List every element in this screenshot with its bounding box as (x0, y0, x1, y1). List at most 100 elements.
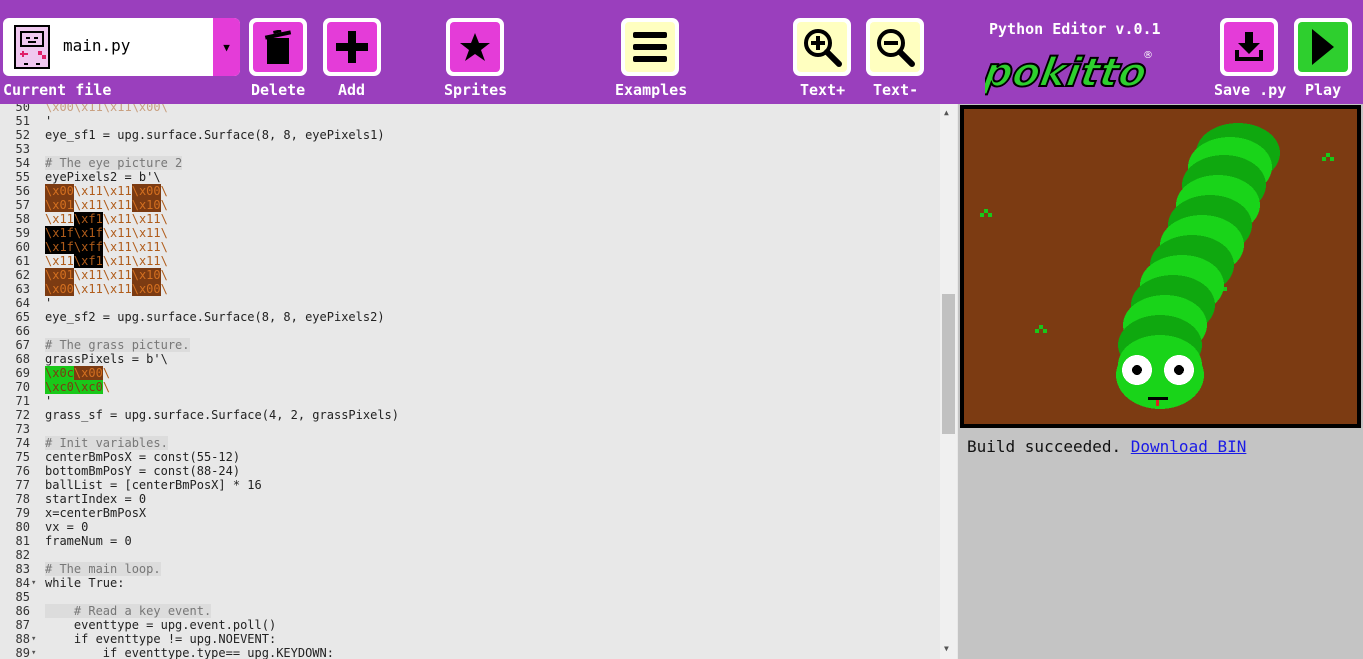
code-line: 59 \x1f\x1f\x11\x11\ (0, 226, 940, 240)
line-number: 53 (15, 142, 30, 156)
zoom-in-icon (804, 29, 842, 67)
code-text: eye_sf2 = upg.surface.Surface(8, 8, eyeP… (45, 310, 385, 324)
code-line: 66 (0, 324, 940, 338)
code-line: 85 (0, 590, 940, 604)
pokitto-logo: pokitto ® (985, 48, 1153, 96)
editor-scrollbar[interactable]: ▲ ▼ (940, 104, 957, 659)
line-number: 67 (15, 338, 30, 352)
code-editor[interactable]: 50 \x00\x11\x11\x00\ 51 ' 52 eye_sf1 = upg.su… (0, 104, 958, 659)
sprites-label: Sprites (444, 81, 508, 99)
fold-arrow-icon[interactable]: ▾ (31, 646, 36, 659)
code-line: 74 # Init variables. (0, 436, 940, 450)
code-line: 80 vx = 0 (0, 520, 940, 534)
delete-button[interactable] (249, 18, 307, 76)
build-message: Build succeeded. (967, 437, 1122, 456)
code-text: # Read a key event. (45, 604, 212, 618)
line-number: 71 (15, 394, 30, 408)
code-text: startIndex = 0 (45, 492, 147, 506)
scroll-down-arrow-icon[interactable]: ▼ (944, 644, 949, 653)
fold-arrow-icon[interactable]: ▾ (31, 632, 36, 646)
snake-mouth (1148, 397, 1168, 400)
brand-text: pokitto (985, 49, 1151, 96)
code-line: 86 # Read a key event. (0, 604, 940, 618)
line-number: 56 (15, 184, 30, 198)
scroll-up-arrow-icon[interactable]: ▲ (944, 108, 949, 117)
chevron-down-icon: ▼ (223, 40, 230, 54)
code-line: 55 eyePixels2 = b'\ (0, 170, 940, 184)
code-line: 51 ' (0, 114, 940, 128)
line-number: 59 (15, 226, 30, 240)
line-number: 62 (15, 268, 30, 282)
line-number: 78 (15, 492, 30, 506)
code-text: # Init variables. (45, 436, 168, 450)
line-number: 63 (15, 282, 30, 296)
code-text: centerBmPosX = const(55-12) (45, 450, 241, 464)
grass-tuft (1326, 153, 1330, 157)
snake-tongue (1156, 400, 1159, 406)
line-number: 73 (15, 422, 30, 436)
code-line: 76 bottomBmPosY = const(88-24) (0, 464, 940, 478)
code-text: eventtype = upg.event.poll() (45, 618, 277, 632)
scrollbar-thumb[interactable] (942, 294, 955, 434)
code-text: \x00\x11\x11\x00\ (45, 282, 168, 296)
code-line: 65 eye_sf2 = upg.surface.Surface(8, 8, ey… (0, 310, 940, 324)
code-text: ' (45, 114, 53, 128)
line-number: 74 (15, 436, 30, 450)
code-line: 70 \xc0\xc0\ (0, 380, 940, 394)
file-dropdown-button[interactable]: ▼ (213, 18, 240, 76)
save-button[interactable] (1220, 18, 1278, 76)
line-number: 66 (15, 324, 30, 338)
code-line: 68 grassPixels = b'\ (0, 352, 940, 366)
line-number: 77 (15, 478, 30, 492)
trash-icon (264, 30, 292, 64)
text-minus-button[interactable] (866, 18, 924, 76)
grass-tuft (988, 213, 992, 217)
line-number: 85 (15, 590, 30, 604)
code-text: vx = 0 (45, 520, 89, 534)
code-text: \x0c\x00\ (45, 366, 111, 380)
code-text: \x01\x11\x11\x10\ (45, 268, 168, 282)
code-line: 67 # The grass picture. (0, 338, 940, 352)
code-text: frameNum = 0 (45, 534, 132, 548)
add-button[interactable] (323, 18, 381, 76)
line-number: 80 (15, 520, 30, 534)
code-line: 75 centerBmPosX = const(55-12) (0, 450, 940, 464)
text-plus-button[interactable] (793, 18, 851, 76)
build-status: Build succeeded. Download BIN (967, 437, 1246, 456)
code-text: \xc0\xc0\ (45, 380, 111, 394)
line-number: 52 (15, 128, 30, 142)
fold-arrow-icon[interactable]: ▾ (31, 576, 36, 590)
code-text: if eventtype != upg.NOEVENT: (45, 632, 277, 646)
line-number: 64 (15, 296, 30, 310)
code-line: 77 ballList = [centerBmPosX] * 16 (0, 478, 940, 492)
line-number: 87 (15, 618, 30, 632)
file-selector[interactable]: main.py ▼ (3, 18, 240, 76)
plus-icon (336, 31, 368, 63)
play-button[interactable] (1294, 18, 1352, 76)
play-label: Play (1305, 81, 1342, 99)
line-number: 54 (15, 156, 30, 170)
line-number: 76 (15, 464, 30, 478)
code-line: 57 \x01\x11\x11\x10\ (0, 198, 940, 212)
sprites-button[interactable] (446, 18, 504, 76)
star-icon (460, 33, 490, 61)
code-line: 83 # The main loop. (0, 562, 940, 576)
code-text: eyePixels2 = b'\ (45, 170, 161, 184)
download-icon (1235, 32, 1263, 61)
toolbar: main.py ▼ Current file Delete Add Sprite… (0, 0, 1363, 104)
download-bin-link[interactable]: Download BIN (1131, 437, 1247, 456)
play-icon (1312, 29, 1334, 65)
code-line: 63 \x00\x11\x11\x00\ (0, 282, 940, 296)
examples-button[interactable] (621, 18, 679, 76)
code-line: 50 \x00\x11\x11\x00\ (0, 104, 940, 114)
code-text: \x11\xf1\x11\x11\ (45, 254, 168, 268)
line-number: 51 (15, 114, 30, 128)
line-number: 79 (15, 506, 30, 520)
line-number: 60 (15, 240, 30, 254)
line-number: 75 (15, 450, 30, 464)
code-line: 78 startIndex = 0 (0, 492, 940, 506)
line-number: 61 (15, 254, 30, 268)
grass-tuft (984, 209, 988, 213)
code-line: 53 (0, 142, 940, 156)
line-number: 72 (15, 408, 30, 422)
